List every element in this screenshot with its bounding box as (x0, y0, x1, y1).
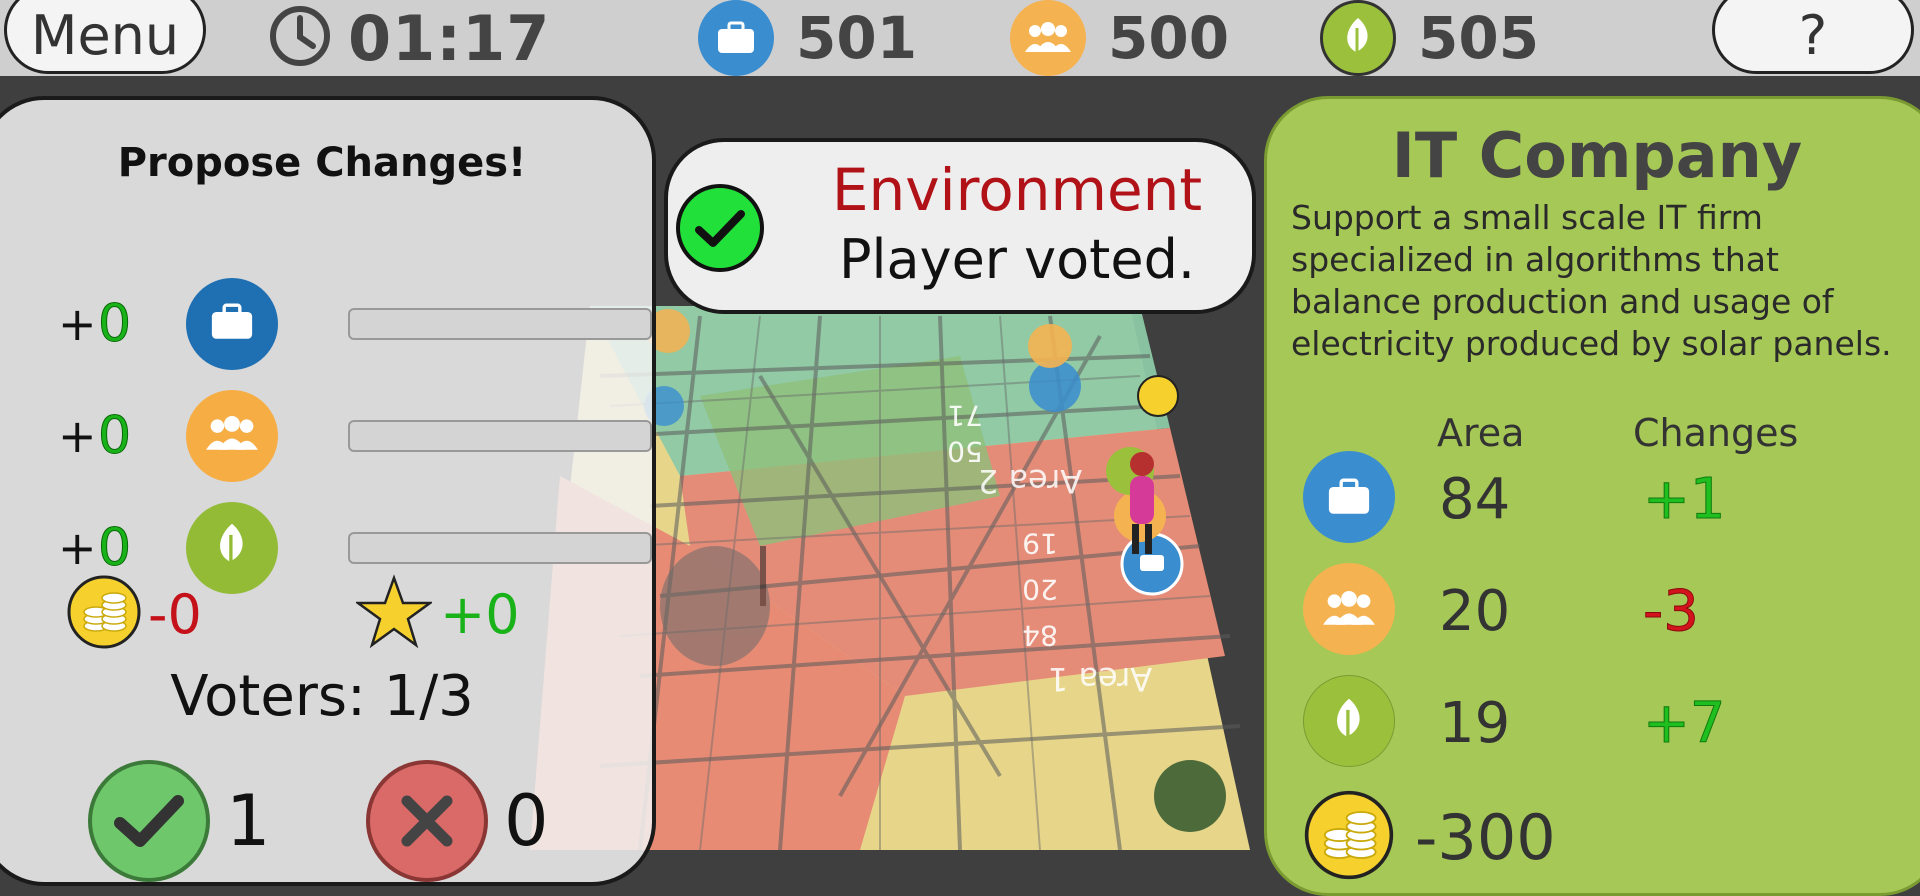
social-slider-knob[interactable] (186, 390, 278, 482)
people-icon (1303, 563, 1395, 655)
economy-slider[interactable] (348, 308, 652, 340)
economy-value: 501 (796, 4, 918, 72)
map-number: 50 (947, 435, 983, 468)
social-change-value: 0 (98, 406, 132, 467)
coin-stat: -0 (66, 574, 202, 654)
changes-column-header: Changes (1633, 411, 1799, 455)
environment-change-value: 0 (98, 518, 132, 579)
vote-yes-button[interactable]: 1 (88, 760, 271, 882)
map-number: 19 (1022, 527, 1058, 560)
top-bar: Menu 01:17 501 500 505 ? (0, 0, 1920, 76)
briefcase-icon (698, 0, 774, 76)
vote-no-button[interactable]: 0 (366, 760, 549, 882)
economy-slider-row: + 0 (58, 278, 652, 370)
economy-area-value: 84 (1439, 466, 1511, 532)
people-icon (1010, 0, 1086, 76)
star-change-value: +0 (440, 582, 520, 646)
social-slider[interactable] (348, 420, 652, 452)
plus-sign: + (58, 409, 97, 463)
company-description: Support a small scale IT firm specialize… (1291, 198, 1892, 363)
clock-icon (268, 4, 332, 72)
menu-button[interactable]: Menu (4, 0, 206, 74)
plus-sign: + (58, 297, 97, 351)
check-icon (88, 760, 210, 882)
notification-title: Environment (831, 156, 1203, 224)
cross-icon (366, 760, 488, 882)
briefcase-icon (209, 303, 255, 345)
help-label: ? (1798, 3, 1828, 67)
social-area-value: 20 (1439, 578, 1511, 644)
social-change: -3 (1643, 578, 1700, 644)
timer-text: 01:17 (348, 1, 551, 75)
plus-sign: + (58, 521, 97, 575)
environment-stat: 505 (1320, 0, 1539, 76)
coins-icon (66, 574, 142, 654)
environment-change: +7 (1643, 690, 1727, 756)
cost-value: -300 (1415, 800, 1556, 874)
company-title: IT Company (1391, 119, 1803, 192)
leaf-icon (1320, 0, 1396, 76)
area-column-header: Area (1437, 411, 1525, 455)
economy-slider-knob[interactable] (186, 278, 278, 370)
briefcase-icon (1303, 451, 1395, 543)
map-area-label: Area 1 (1048, 660, 1152, 698)
star-stat: +0 (354, 574, 520, 654)
leaf-icon (1303, 675, 1395, 767)
menu-label: Menu (30, 3, 180, 67)
map-number: 71 (947, 399, 983, 432)
voters-count: Voters: 1/3 (170, 664, 474, 729)
map-number: 63 (1045, 845, 1081, 850)
social-slider-row: + 0 (58, 390, 652, 482)
check-icon (676, 184, 764, 272)
social-stat: 500 (1010, 0, 1229, 76)
environment-value: 505 (1418, 4, 1540, 72)
leaf-icon (212, 521, 252, 575)
notification-subtitle: Player voted. (838, 228, 1196, 291)
economy-stat: 501 (698, 0, 917, 76)
company-card: IT Company Support a small scale IT firm… (1264, 96, 1920, 896)
propose-changes-panel: Propose Changes! + 0 + 0 + 0 -0 +0 Voter… (0, 96, 656, 886)
panel-title: Propose Changes! (117, 140, 527, 186)
map-number: 20 (1022, 573, 1058, 606)
help-button[interactable]: ? (1712, 0, 1914, 74)
economy-change-value: 0 (98, 294, 132, 355)
coins-icon (1303, 789, 1395, 885)
vote-notification: Environment Player voted. (664, 138, 1256, 314)
economy-change: +1 (1643, 466, 1727, 532)
people-icon (203, 416, 261, 456)
map-number: 84 (1022, 619, 1058, 652)
social-value: 500 (1108, 4, 1230, 72)
map-area-label: Area 2 (978, 462, 1082, 500)
environment-area-value: 19 (1439, 690, 1511, 756)
coin-change-value: -0 (148, 582, 202, 646)
timer: 01:17 (268, 0, 550, 76)
star-icon (354, 574, 434, 654)
tree-icon (660, 546, 770, 666)
environment-slider[interactable] (348, 532, 652, 564)
